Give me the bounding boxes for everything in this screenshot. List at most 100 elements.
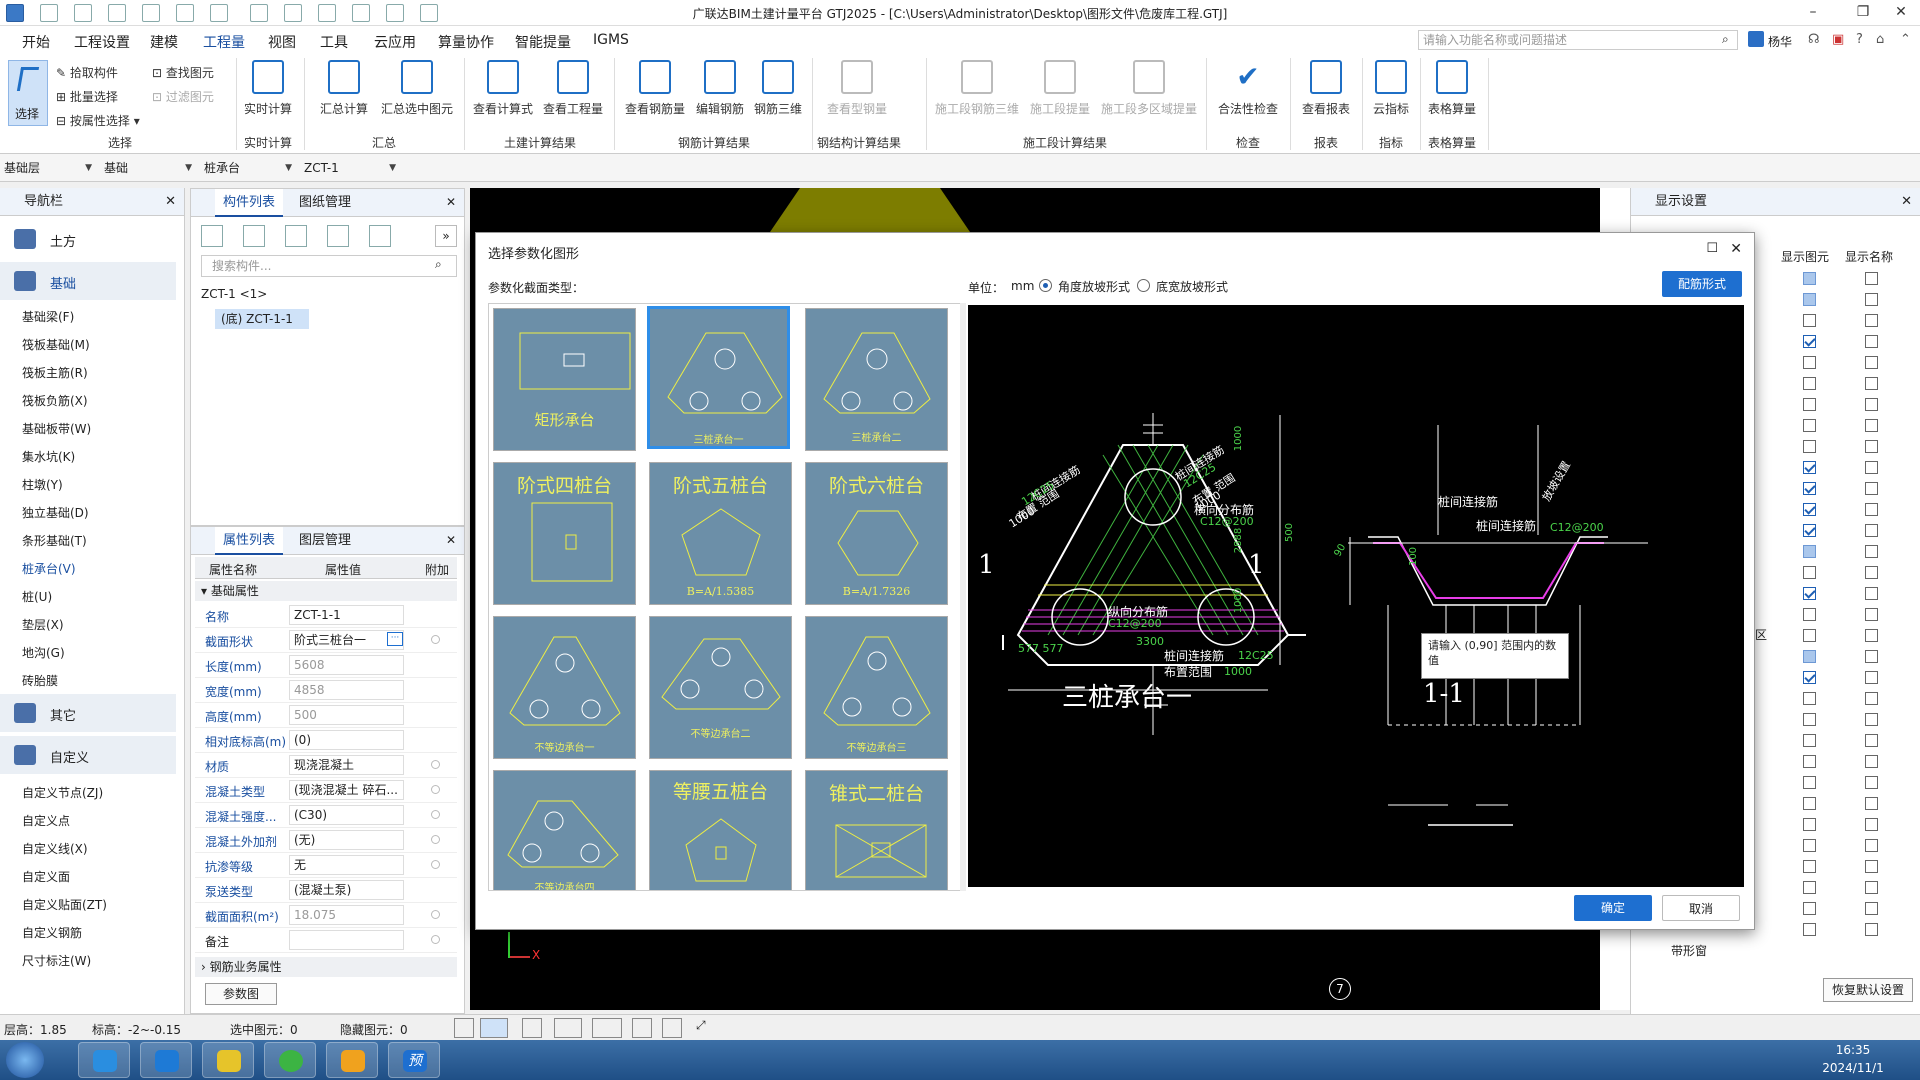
taskbar-app-4[interactable] [264, 1042, 316, 1078]
restore-button[interactable]: ❐ [1846, 2, 1880, 24]
type-select[interactable]: 桩承台 ▼ [200, 158, 296, 178]
close-icon[interactable]: ✕ [1730, 241, 1742, 257]
skin-icon[interactable]: ⌂ [1876, 32, 1884, 47]
thumb-cone-two-pile[interactable]: 锥式二桩台 [805, 770, 948, 890]
show-element-checkbox[interactable] [1803, 671, 1816, 684]
thumb-rect-cap[interactable]: 矩形承台 [493, 308, 636, 451]
show-element-checkbox[interactable] [1803, 713, 1816, 726]
show-element-checkbox[interactable] [1803, 881, 1816, 894]
nav-item[interactable]: 桩(U) [22, 588, 52, 605]
grid-icon[interactable] [318, 4, 336, 22]
nav-item[interactable]: 自定义贴面(ZT) [22, 896, 107, 913]
radio-width-label[interactable]: 底宽放坡形式 [1156, 278, 1228, 295]
show-name-checkbox[interactable] [1865, 377, 1878, 390]
show-element-checkbox[interactable] [1803, 587, 1816, 600]
redo-icon[interactable] [210, 4, 228, 22]
collapse-icon[interactable]: ⌃ [1900, 32, 1911, 47]
ortho-icon[interactable] [454, 1018, 474, 1038]
nav-item[interactable]: 基础板带(W) [22, 420, 91, 437]
nav-category-earthwork[interactable]: 土方 [0, 220, 176, 258]
view-formula-button[interactable]: 查看计算式 [470, 60, 536, 117]
find-element-button[interactable]: ⊡ 查找图元 [152, 64, 214, 81]
show-element-checkbox[interactable] [1803, 629, 1816, 642]
draw-icon[interactable] [352, 4, 370, 22]
nav-item[interactable]: 基础梁(F) [22, 308, 74, 325]
nav-item[interactable]: 地沟(G) [22, 644, 65, 661]
minimize-button[interactable]: – [1796, 2, 1830, 24]
rebar-3d-button[interactable]: 钢筋三维 [750, 60, 806, 117]
show-element-checkbox[interactable] [1803, 692, 1816, 705]
menu-modeling[interactable]: 建模 [150, 32, 178, 52]
menu-view[interactable]: 视图 [268, 32, 296, 52]
system-tray[interactable] [1500, 1052, 1700, 1068]
select-tool-icon[interactable] [386, 4, 404, 22]
view-report-button[interactable]: 查看报表 [1296, 60, 1356, 117]
ellipsis-button[interactable]: ··· [387, 632, 403, 646]
show-name-checkbox[interactable] [1865, 629, 1878, 642]
nav-item[interactable]: 自定义线(X) [22, 840, 88, 857]
show-name-checkbox[interactable] [1865, 734, 1878, 747]
rebar-form-button[interactable]: 配筋形式 [1662, 271, 1742, 297]
tab-component-list[interactable]: 构件列表 [215, 189, 284, 217]
show-name-checkbox[interactable] [1865, 440, 1878, 453]
expand-icon[interactable]: ⤢ [696, 1018, 716, 1038]
new-doc-icon[interactable] [74, 4, 92, 22]
show-name-checkbox[interactable] [1865, 524, 1878, 537]
menu-tools[interactable]: 工具 [320, 32, 348, 52]
property-value-field[interactable]: (混凝土泵) [289, 880, 404, 900]
thumb-step-six-pile[interactable]: 阶式六桩台 B=A/1.7326 [805, 462, 948, 605]
menu-collab[interactable]: 算量协作 [438, 32, 494, 52]
view-quantity-button[interactable]: 查看工程量 [540, 60, 606, 117]
new-component-icon[interactable] [201, 225, 223, 247]
tab-drawing-manage[interactable]: 图纸管理 [291, 189, 359, 217]
property-value-field[interactable]: 500 [289, 705, 404, 725]
section-basic[interactable]: ▾ 基础属性 [195, 581, 457, 601]
property-value-field[interactable]: (现浇混凝土 碎石... [289, 780, 404, 800]
tool-icon-1[interactable] [250, 4, 268, 22]
user-name[interactable]: 杨华 [1768, 33, 1792, 50]
show-element-checkbox[interactable] [1803, 566, 1816, 579]
batch-select-button[interactable]: ⊞ 批量选择 [56, 88, 118, 105]
show-name-checkbox[interactable] [1865, 650, 1878, 663]
stage-quantity-button[interactable]: 施工段提量 [1026, 60, 1094, 117]
thumb-unequal-cap-2[interactable]: 不等边承台二 [649, 616, 792, 759]
tree-child-selected[interactable]: (底) ZCT-1-1 [215, 309, 309, 329]
radio-width-slope[interactable] [1137, 279, 1150, 292]
show-element-checkbox[interactable] [1803, 902, 1816, 915]
new-file-icon[interactable] [40, 4, 58, 22]
thumb-three-pile-cap-1[interactable]: 三桩承台一 [647, 306, 790, 449]
delete-icon[interactable] [285, 225, 307, 247]
show-element-checkbox[interactable] [1803, 440, 1816, 453]
show-name-checkbox[interactable] [1865, 797, 1878, 810]
menu-smart[interactable]: 智能提量 [515, 32, 571, 52]
open-folder-icon[interactable] [108, 4, 126, 22]
thumbnail-scrollbar[interactable] [960, 303, 966, 891]
copy-icon[interactable] [243, 225, 265, 247]
close-button[interactable]: ✕ [1884, 2, 1918, 24]
lock-icon[interactable] [431, 910, 440, 919]
property-value-field[interactable] [289, 930, 404, 950]
summary-calc-button[interactable]: 汇总计算 [314, 60, 374, 117]
taskbar-app-6[interactable]: 预 [388, 1042, 440, 1078]
lock-icon[interactable] [431, 835, 440, 844]
user-avatar[interactable] [1748, 31, 1764, 47]
thumb-unequal-cap-1[interactable]: 不等边承台一 [493, 616, 636, 759]
nav-category-foundation[interactable]: 基础 [0, 262, 176, 300]
show-name-checkbox[interactable] [1865, 272, 1878, 285]
show-element-checkbox[interactable] [1803, 356, 1816, 369]
show-name-checkbox[interactable] [1865, 839, 1878, 852]
radio-angle-label[interactable]: 角度放坡形式 [1058, 278, 1130, 295]
nav-item[interactable]: 自定义钢筋 [22, 924, 82, 941]
nav-item[interactable]: 自定义节点(ZJ) [22, 784, 103, 801]
radio-angle-slope[interactable] [1039, 279, 1052, 292]
show-element-checkbox[interactable] [1803, 335, 1816, 348]
show-name-checkbox[interactable] [1865, 545, 1878, 558]
section-rebar[interactable]: › 钢筋业务属性 [195, 957, 457, 977]
show-name-checkbox[interactable] [1865, 293, 1878, 306]
property-value-field[interactable]: 现浇混凝土 [289, 755, 404, 775]
thumb-unequal-cap-3[interactable]: 不等边承台三 [805, 616, 948, 759]
show-element-checkbox[interactable] [1803, 818, 1816, 831]
tree-parent[interactable]: ZCT-1 <1> [201, 287, 267, 301]
start-button[interactable] [6, 1042, 44, 1078]
show-name-checkbox[interactable] [1865, 314, 1878, 327]
